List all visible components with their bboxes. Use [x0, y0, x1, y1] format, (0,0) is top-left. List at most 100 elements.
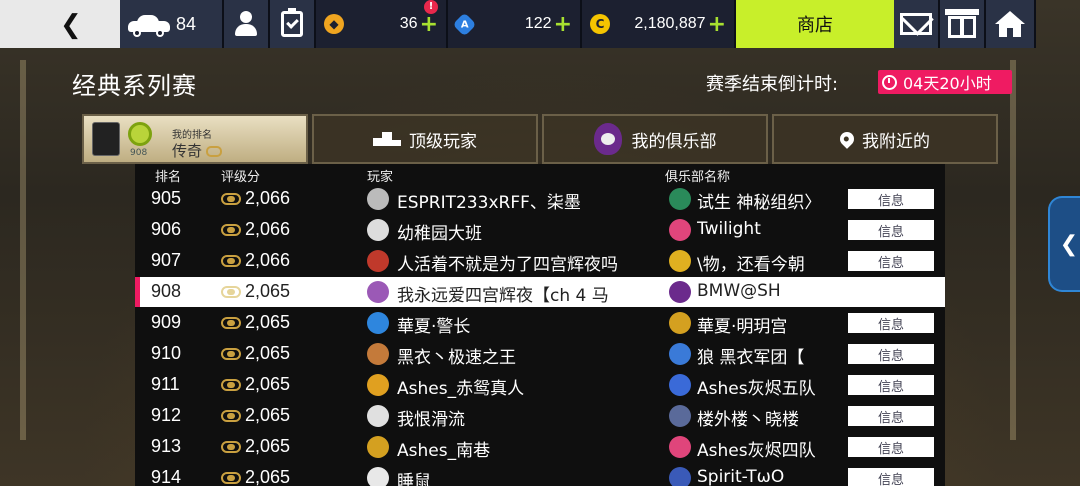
add-blue-icon[interactable]: + [554, 12, 572, 37]
row-player-name[interactable]: 黑衣丶极速之王 [397, 343, 516, 368]
player-emblem-icon [367, 467, 389, 486]
home-button[interactable] [986, 0, 1036, 48]
row-club-name[interactable]: Ashes灰烬五队 [697, 374, 845, 399]
side-panel-toggle[interactable]: ❮ [1048, 196, 1080, 292]
row-club-name[interactable]: \物，还看今朝 [697, 250, 845, 275]
row-rank: 910 [151, 343, 182, 363]
row-club-name[interactable]: Ashes灰烬四队 [697, 436, 845, 461]
missions-button[interactable] [270, 0, 316, 48]
home-icon [995, 11, 1025, 37]
rating-icon [221, 379, 241, 391]
table-row[interactable]: 907 2,066 人活着不就是为了四宫辉夜吗 \物，还看今朝 信息 [135, 246, 945, 276]
header-rank: 排名 [155, 170, 182, 185]
credits-currency[interactable]: C 2,180,887 + [582, 0, 736, 48]
gold-currency[interactable]: ◆ ! 36 + [316, 0, 448, 48]
row-score: 2,066 [245, 219, 291, 239]
info-button[interactable]: 信息 [848, 375, 934, 395]
shop-button[interactable]: 商店 [736, 0, 894, 48]
blue-value: 122 [524, 15, 552, 32]
table-row[interactable]: 912 2,065 我恨滑流 楼外楼丶晓楼 信息 [135, 401, 945, 431]
season-end-label: 赛季结束倒计时: [706, 74, 839, 95]
my-rank-number: 908 [130, 148, 148, 158]
tab-top-players-label: 顶级玩家 [409, 131, 477, 152]
row-player-name[interactable]: Ashes_南巷 [397, 436, 490, 461]
table-row[interactable]: 909 2,065 華夏·警长 華夏·明玥宫 信息 [135, 308, 945, 338]
info-button[interactable]: 信息 [848, 220, 934, 240]
table-row[interactable]: 906 2,066 幼稚园大班 Twilight 信息 [135, 215, 945, 245]
row-club-name[interactable]: Twilight [697, 219, 845, 239]
light-beam [20, 60, 26, 440]
back-button[interactable]: ❮ [0, 0, 120, 48]
token-icon: ◆ [324, 14, 344, 34]
header-player: 玩家 [367, 170, 394, 185]
row-score: 2,065 [245, 405, 291, 425]
info-button[interactable]: 信息 [848, 468, 934, 486]
info-button[interactable]: 信息 [848, 406, 934, 426]
stopwatch-icon [882, 74, 897, 90]
table-row-current-player[interactable]: 908 2,065 我永远爱四宫辉夜【ch 4 马 BMW@SH [135, 277, 945, 307]
row-player-name[interactable]: 睡鼠 [397, 467, 431, 486]
row-club-name[interactable]: 華夏·明玥宫 [697, 312, 845, 337]
header-club: 俱乐部名称 [665, 170, 731, 185]
gift-button[interactable] [940, 0, 986, 48]
player-emblem-icon [367, 343, 389, 365]
light-beam [1010, 60, 1016, 440]
row-player-name[interactable]: 人活着不就是为了四宫辉夜吗 [397, 250, 618, 275]
podium-icon [373, 132, 401, 146]
info-button[interactable]: 信息 [848, 313, 934, 333]
row-player-name[interactable]: 我永远爱四宫辉夜【ch 4 马 [397, 281, 609, 306]
info-button[interactable]: 信息 [848, 251, 934, 271]
info-button[interactable]: 信息 [848, 189, 934, 209]
tab-nearby[interactable]: 我附近的 [772, 114, 998, 164]
table-header: 排名 评级分 玩家 俱乐部名称 [135, 164, 945, 185]
mail-button[interactable] [894, 0, 940, 48]
tab-my-rank[interactable]: 908 我的排名 传奇 [82, 114, 308, 164]
row-score: 2,065 [245, 467, 291, 486]
legend-medal-icon [128, 122, 152, 146]
row-player-name[interactable]: Ashes_赤鸳真人 [397, 374, 524, 399]
user-icon [235, 11, 257, 37]
table-row[interactable]: 914 2,065 睡鼠 Spirit-TωO 信息 [135, 463, 945, 486]
row-player-name[interactable]: 我恨滑流 [397, 405, 465, 430]
row-club-name[interactable]: 试生 神秘组织〉 [697, 188, 845, 213]
row-score: 2,065 [245, 374, 291, 394]
row-club-name[interactable]: BMW@SH [697, 281, 845, 301]
row-club-name[interactable]: Spirit-TωO [697, 467, 845, 486]
car-icon [126, 13, 172, 37]
rating-icon [221, 255, 241, 267]
row-rank: 911 [151, 374, 180, 394]
info-button[interactable]: 信息 [848, 437, 934, 457]
top-bar: ❮ 84 ◆ ! 36 + A 122 + C 2,180,887 + 商店 [0, 0, 1080, 48]
tab-top-players[interactable]: 顶级玩家 [312, 114, 538, 164]
leaderboard-table[interactable]: 排名 评级分 玩家 俱乐部名称 905 2,066 ESPRIT233xRFF、柒墨… [135, 164, 945, 486]
row-player-name[interactable]: 華夏·警长 [397, 312, 470, 337]
add-credits-icon[interactable]: + [708, 12, 726, 37]
player-emblem-icon [367, 250, 389, 272]
row-rank: 905 [151, 188, 182, 208]
row-club-name[interactable]: 楼外楼丶晓楼 [697, 405, 845, 430]
table-row[interactable]: 913 2,065 Ashes_南巷 Ashes灰烬四队 信息 [135, 432, 945, 462]
blueprint-currency[interactable]: A 122 + [448, 0, 582, 48]
club-emblem-icon [669, 467, 691, 486]
row-rank: 914 [151, 467, 182, 486]
row-rank: 906 [151, 219, 182, 239]
info-button[interactable]: 信息 [848, 344, 934, 364]
table-row[interactable]: 905 2,066 ESPRIT233xRFF、柒墨 试生 神秘组织〉 信息 [135, 184, 945, 214]
row-club-name[interactable]: 狼 黑衣军团【 [697, 343, 845, 368]
player-emblem-icon [367, 281, 389, 303]
row-player-name[interactable]: ESPRIT233xRFF、柒墨 [397, 188, 581, 213]
table-row[interactable]: 910 2,065 黑衣丶极速之王 狼 黑衣军团【 信息 [135, 339, 945, 369]
cars-count: 84 [176, 13, 197, 34]
cars-owned[interactable]: 84 [120, 0, 224, 48]
tab-my-club-label: 我的俱乐部 [631, 131, 717, 152]
gold-value: 36 [399, 15, 418, 32]
club-emblem-icon [669, 250, 691, 272]
tab-my-club[interactable]: 我的俱乐部 [542, 114, 768, 164]
rating-icon [206, 146, 223, 157]
profile-button[interactable] [224, 0, 270, 48]
row-player-name[interactable]: 幼稚园大班 [397, 219, 482, 244]
my-rank-value: 传奇 [172, 140, 223, 161]
add-gold-icon[interactable]: + [420, 12, 438, 37]
table-row[interactable]: 911 2,065 Ashes_赤鸳真人 Ashes灰烬五队 信息 [135, 370, 945, 400]
rating-icon [221, 348, 241, 360]
